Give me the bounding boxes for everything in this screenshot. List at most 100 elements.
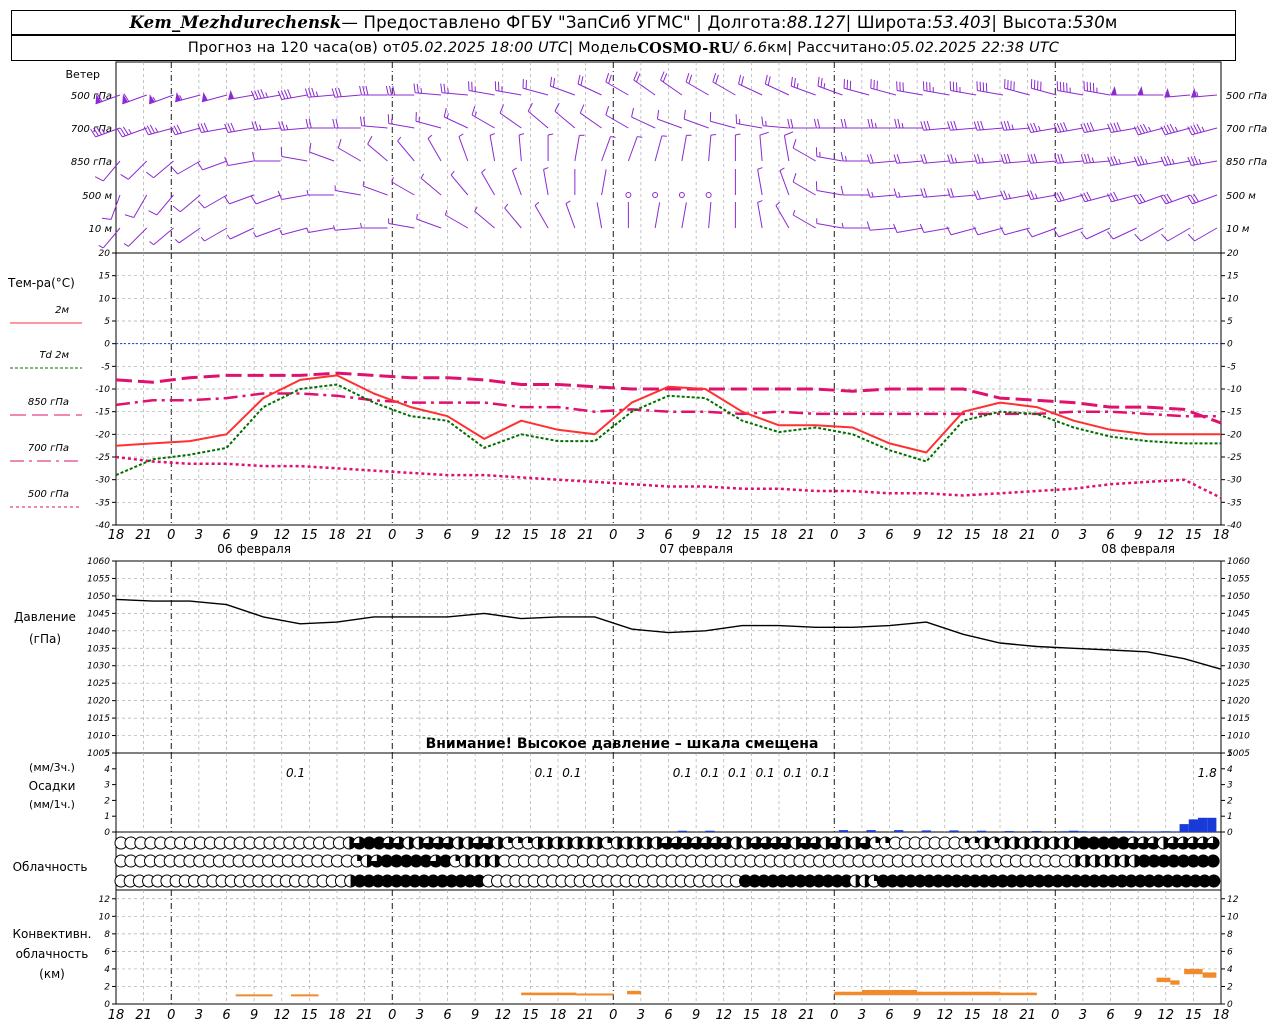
wind-barb-staff	[817, 85, 843, 96]
temp-x-tick-label: 12	[1157, 528, 1174, 543]
wind-barb-half	[360, 222, 363, 229]
conv-x-tick-label: 6	[222, 1008, 230, 1023]
wind-barb-half	[362, 180, 365, 187]
precip-bar	[1032, 831, 1042, 832]
wind-barb-half	[610, 136, 616, 138]
wind-barb-full	[554, 102, 560, 112]
wind-barb-half	[1171, 158, 1175, 165]
wind-barb-full	[1086, 122, 1092, 132]
wind-barb-full	[953, 120, 958, 130]
wind-barb-half	[1196, 91, 1199, 97]
wind-level-label: 10 м	[89, 224, 113, 235]
wind-barb-half	[543, 167, 549, 170]
precip-bar	[1133, 831, 1143, 832]
wind-barb-staff	[1004, 194, 1030, 201]
wind-barb-full	[1080, 154, 1085, 164]
convective-segment	[235, 994, 273, 997]
wind-barb-full	[792, 173, 797, 183]
wind-barb-full	[250, 195, 257, 205]
wind-barb-staff	[783, 135, 790, 162]
precip-3h-label: 0.1	[811, 766, 830, 780]
wind-barb-staff	[522, 87, 549, 96]
wind-barb-full	[947, 121, 951, 131]
temp-x-tick-label: 0	[388, 528, 396, 543]
precip-3h-label: 0.1	[535, 766, 554, 780]
convective-segment	[917, 991, 1000, 996]
wind-barb-full	[820, 77, 823, 88]
precip-bar	[976, 830, 987, 832]
cloud-row-middle	[114, 854, 1220, 868]
conv-y-tick-label: 0	[104, 1000, 110, 1010]
wind-barb-full	[784, 131, 794, 136]
precip-3h-label: 0.1	[286, 766, 305, 780]
conv-x-tick-label: 0	[167, 1008, 175, 1023]
wind-barb-staff	[580, 112, 602, 129]
wind-barb-staff	[977, 194, 1004, 201]
wind-barb-half	[315, 91, 319, 97]
wind-barb-staff	[923, 127, 950, 131]
pres-y-tick-label: 1020	[1227, 697, 1250, 707]
wind-barb-full	[660, 71, 665, 81]
wind-barb-half	[1148, 126, 1152, 132]
prec-y-tick-label: 2	[1227, 796, 1233, 806]
wind-barb-staff	[1030, 160, 1057, 164]
wind-barb-full	[1033, 153, 1038, 163]
temp-x-tick-label: 12	[936, 528, 953, 543]
wind-barb-staff	[133, 194, 148, 218]
date-label: 06 февраля	[217, 542, 291, 556]
wind-barb-half	[285, 124, 289, 130]
convective-segment	[1202, 972, 1217, 978]
wind-barb-full	[1190, 156, 1196, 166]
wind-barb-full	[790, 76, 793, 87]
date-label: 08 февраля	[1101, 542, 1175, 556]
precip-bar	[1207, 817, 1217, 832]
wind-barb-staff	[1057, 160, 1084, 164]
wind-barb-staff	[1192, 194, 1218, 205]
conv-x-tick-label: 6	[443, 1008, 451, 1023]
wind-barb-staff	[738, 83, 763, 96]
wind-barb-staff	[201, 127, 228, 134]
wind-barb-full	[759, 131, 769, 136]
wind-barb-full	[1080, 231, 1087, 240]
wind-level-label: 500 м	[82, 191, 112, 202]
wind-barb-half	[1011, 124, 1014, 130]
wind-barb-full	[976, 154, 981, 164]
wind-barb-staff	[816, 222, 843, 229]
pres-y-tick-label: 1030	[87, 662, 110, 672]
wind-barb-staff	[1030, 194, 1057, 201]
wind-barb-full	[840, 151, 844, 162]
conv-x-tick-label: 0	[609, 1008, 617, 1023]
wind-barb-full	[1003, 154, 1008, 164]
conv-x-tick-label: 9	[250, 1008, 258, 1023]
precip-3h-label: 0.1	[728, 766, 747, 780]
wind-barb-full	[1053, 228, 1060, 238]
temp-y-tick-label: -30	[95, 476, 110, 486]
wind-barb-full	[1163, 156, 1169, 166]
wind-barb-full	[950, 188, 954, 198]
wind-barb-staff	[1111, 160, 1137, 167]
wind-barb-full	[685, 73, 690, 83]
wind-barb-full	[605, 106, 610, 116]
wind-barb-half	[427, 134, 433, 139]
wind-barb-full	[1140, 155, 1145, 165]
wind-barb-full	[869, 154, 874, 164]
convective-segment	[1000, 992, 1037, 996]
wind-barb-staff	[712, 81, 736, 96]
wind-barb-full	[308, 88, 312, 98]
wind-barb-full	[172, 205, 181, 213]
prec-y-tick-label: 1	[104, 812, 110, 822]
conv-x-tick-label: 9	[692, 1008, 700, 1023]
wind-barb-flag	[1110, 86, 1117, 95]
wind-barb-full	[787, 118, 791, 129]
wind-barb-staff	[1031, 227, 1057, 238]
wind-barb-full	[1113, 155, 1118, 165]
temp-x-tick-label: 12	[273, 528, 290, 543]
wind-barb-full	[305, 118, 309, 129]
wind-barb-full	[120, 174, 129, 180]
wind-barb-full	[920, 188, 925, 198]
pres-y-tick-label: 1015	[1227, 714, 1250, 724]
temp-y-tick-label: 15	[99, 272, 111, 282]
wind-barb-half	[504, 203, 509, 209]
wind-barb-half	[1198, 158, 1202, 165]
temp-legend-label: 2м	[55, 305, 69, 316]
